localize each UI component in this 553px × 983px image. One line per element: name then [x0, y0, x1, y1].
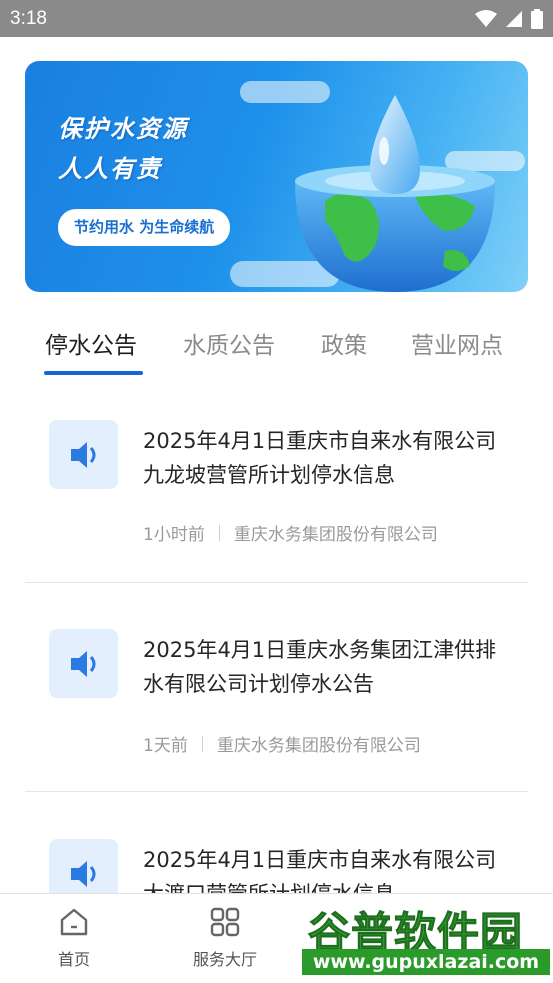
nav-home-label: 首页: [57, 950, 90, 969]
tab-water-quality[interactable]: 水质公告: [183, 326, 275, 360]
water-globe-illustration: [295, 95, 495, 292]
tab-policy[interactable]: 政策: [321, 326, 367, 360]
meta-divider: [218, 524, 220, 541]
home-icon: [60, 908, 88, 936]
news-list-item[interactable]: 2025年4月1日重庆市自来水有限公司九龙坡营管所计划停水信息 1小时前 重庆水…: [25, 420, 528, 583]
speaker-icon: [49, 839, 118, 899]
news-list-item[interactable]: 2025年4月1日重庆市自来水有限公司大渡口营管所计划停水信息: [25, 839, 528, 899]
site-watermark: 谷普软件园 www.gupuxlazai.com: [302, 897, 550, 977]
tab-service-outlets[interactable]: 营业网点: [411, 326, 503, 360]
banner-slogan-pill: 节约用水 为生命续航: [58, 209, 231, 246]
news-time: 1天前: [143, 736, 188, 756]
status-bar: 3:18: [0, 0, 553, 37]
tab-outage-notice[interactable]: 停水公告: [45, 326, 137, 360]
news-source: 重庆水务集团股份有限公司: [216, 736, 421, 756]
nav-service-hall-label: 服务大厅: [192, 950, 257, 969]
news-time: 1小时前: [143, 525, 205, 545]
speaker-icon: [49, 420, 118, 489]
promo-banner[interactable]: 保护水资源 人人有责 节约用水 为生命续航: [25, 61, 528, 292]
status-time: 3:18: [10, 7, 47, 29]
grid-icon: [210, 907, 240, 937]
news-meta: 1小时前 重庆水务集团股份有限公司: [143, 520, 438, 545]
news-title: 2025年4月1日重庆水务集团江津供排水有限公司计划停水公告: [143, 638, 497, 696]
signal-icon: [506, 10, 522, 27]
nav-service-hall[interactable]: 服务大厅: [180, 906, 270, 970]
status-icons: [475, 8, 543, 29]
banner-title-line1: 保护水资源: [58, 115, 188, 143]
battery-icon: [531, 8, 543, 29]
watermark-url: www.gupuxlazai.com: [302, 949, 550, 975]
banner-title-line2: 人人有责: [58, 155, 162, 183]
news-title: 2025年4月1日重庆市自来水有限公司大渡口营管所计划停水信息: [143, 848, 497, 899]
news-source: 重庆水务集团股份有限公司: [233, 525, 438, 545]
wifi-icon: [475, 9, 497, 27]
active-tab-indicator: [44, 371, 143, 375]
category-tabs: 停水公告 水质公告 政策 营业网点: [0, 320, 553, 376]
news-list-item[interactable]: 2025年4月1日重庆水务集团江津供排水有限公司计划停水公告 1天前 重庆水务集…: [25, 629, 528, 792]
news-title: 2025年4月1日重庆市自来水有限公司九龙坡营管所计划停水信息: [143, 429, 497, 487]
news-meta: 1天前 重庆水务集团股份有限公司: [143, 731, 421, 756]
speaker-icon: [49, 629, 118, 698]
meta-divider: [201, 735, 203, 752]
nav-home[interactable]: 首页: [29, 906, 119, 970]
